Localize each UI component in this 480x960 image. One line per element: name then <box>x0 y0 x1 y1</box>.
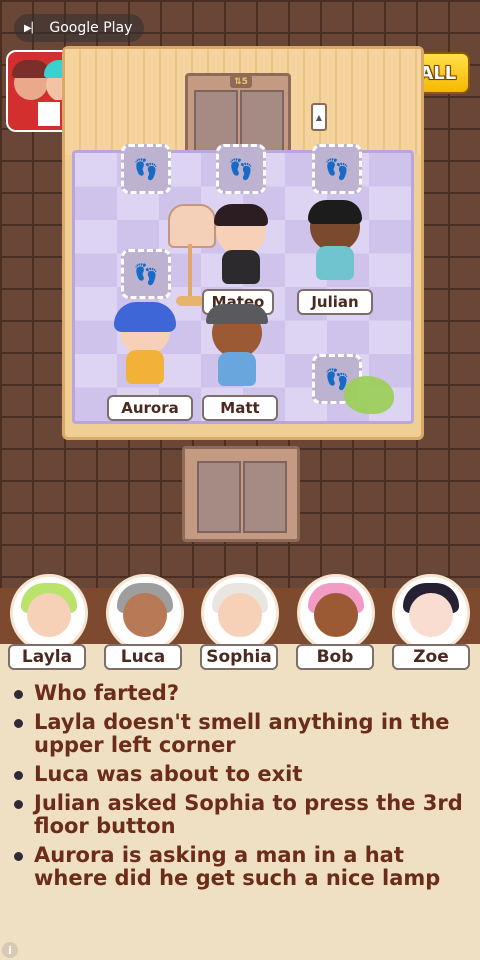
matt-body <box>218 352 256 386</box>
door-panel-left <box>197 461 241 533</box>
lamp-pole <box>188 244 192 300</box>
aurora-hair <box>114 302 176 332</box>
avatar-luca[interactable] <box>106 574 184 652</box>
name-tag-julian: Julian <box>297 289 373 315</box>
bob-face <box>314 593 358 637</box>
empty-spot-footprints-icon[interactable]: 👣 <box>121 249 171 299</box>
empty-spot-footprints-icon[interactable]: 👣 <box>121 144 171 194</box>
play-icon: ▶▏ <box>24 22 40 34</box>
layla-face <box>27 593 71 637</box>
sophia-face <box>218 593 262 637</box>
clue-list: Who farted? Layla doesn't smell anything… <box>14 682 470 896</box>
avatar-bob[interactable] <box>297 574 375 652</box>
clue-item: Luca was about to exit <box>14 763 470 786</box>
suspect-name-layla[interactable]: Layla <box>8 644 86 670</box>
lamp-base <box>176 296 204 306</box>
google-play-label: Google Play <box>49 20 133 36</box>
mateo-body <box>222 250 260 284</box>
julian-body <box>316 246 354 280</box>
character-mateo[interactable] <box>208 204 274 288</box>
empty-spot-footprints-icon[interactable]: 👣 <box>216 144 266 194</box>
avatar-layla[interactable] <box>10 574 88 652</box>
suspect-name-bob[interactable]: Bob <box>296 644 374 670</box>
clue-item: Aurora is asking a man in a hat where di… <box>14 844 470 890</box>
aurora-body <box>126 350 164 384</box>
zoe-face <box>409 593 453 637</box>
elevator-door-bottom <box>182 446 300 542</box>
door-panel-right <box>243 461 287 533</box>
call-button-icon: ▲ <box>311 103 327 131</box>
name-tag-matt: Matt <box>202 395 278 421</box>
google-play-badge[interactable]: ▶▏ Google Play <box>14 14 145 42</box>
avatar-sophia[interactable] <box>201 574 279 652</box>
mateo-hair <box>214 204 268 226</box>
suspect-name-luca[interactable]: Luca <box>104 644 182 670</box>
matt-cap <box>206 304 268 324</box>
floor-indicator: ⇅5 <box>230 75 252 88</box>
name-tag-aurora: Aurora <box>107 395 193 421</box>
character-aurora[interactable] <box>112 302 178 388</box>
fart-cloud-icon <box>344 376 394 414</box>
luca-face <box>123 593 167 637</box>
suspect-name-sophia[interactable]: Sophia <box>200 644 278 670</box>
empty-spot-footprints-icon[interactable]: 👣 <box>312 144 362 194</box>
clue-item: Who farted? <box>14 682 470 705</box>
suspect-name-zoe[interactable]: Zoe <box>392 644 470 670</box>
julian-hair <box>308 200 362 224</box>
avatar-zoe[interactable] <box>392 574 470 652</box>
info-icon[interactable]: i <box>2 942 18 958</box>
clue-item: Layla doesn't smell anything in the uppe… <box>14 711 470 757</box>
character-matt[interactable] <box>204 304 270 390</box>
character-julian[interactable] <box>302 200 368 284</box>
popcorn-icon <box>36 100 62 128</box>
clue-item: Julian asked Sophia to press the 3rd flo… <box>14 792 470 838</box>
